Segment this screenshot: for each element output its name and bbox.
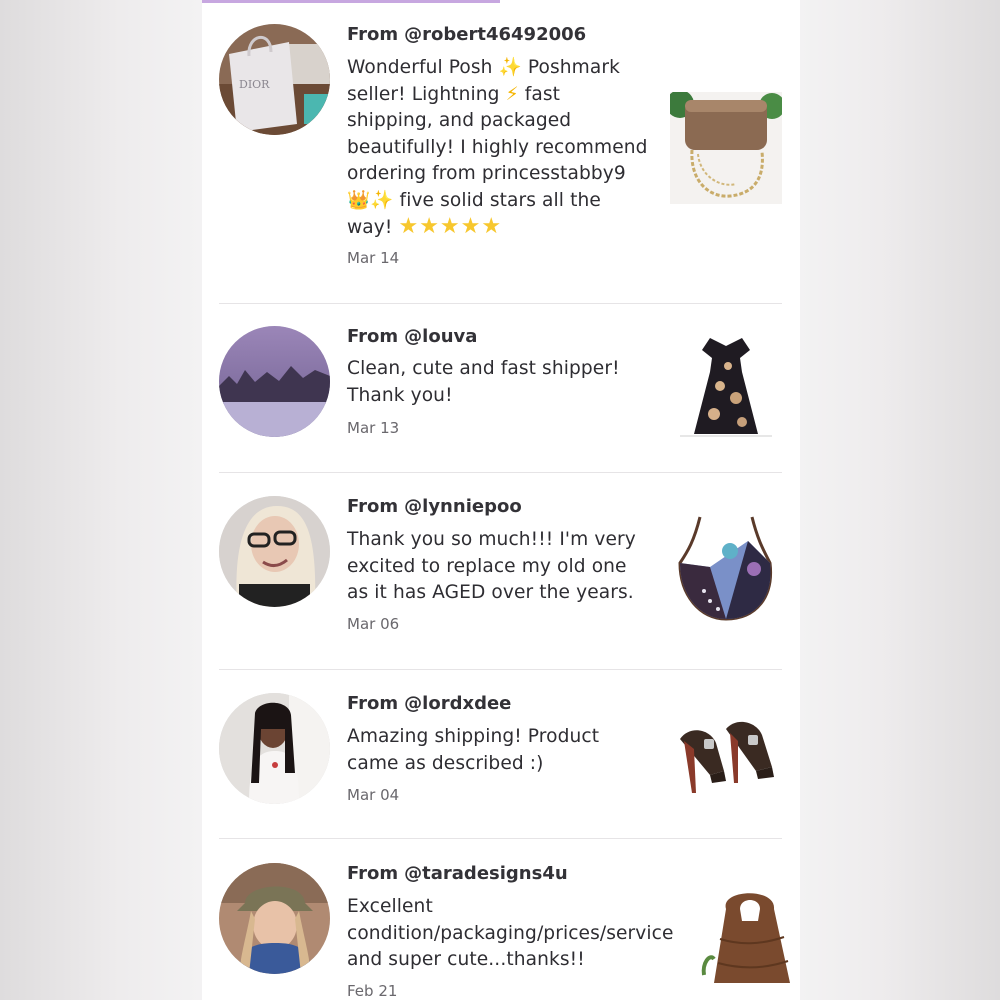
review-date: Feb 21	[347, 982, 398, 1000]
review-author[interactable]: From @robert46492006	[347, 24, 586, 45]
review-text: Excellent condition/packaging/prices/ser…	[347, 896, 674, 970]
reviews-panel: DIOR From @robert46492006 Wonderful Posh …	[202, 0, 800, 1000]
star-rating-icons: ★★★★★	[398, 214, 503, 239]
review-item: From @lynniepoo Thank you so much!!! I'm …	[202, 473, 800, 669]
review-text: Clean, cute and fast shipper! Thank you!	[347, 358, 620, 406]
review-date: Mar 13	[347, 419, 400, 437]
username-link[interactable]: @robert46492006	[404, 24, 586, 45]
sparkles-icon: ✨	[498, 57, 522, 78]
username-link[interactable]: @lynniepoo	[404, 496, 522, 517]
review-date: Mar 14	[347, 249, 400, 267]
crown-icon: 👑	[347, 189, 371, 211]
item-thumbnail[interactable]	[670, 511, 782, 623]
svg-text:DIOR: DIOR	[239, 78, 270, 91]
avatar[interactable]	[219, 496, 330, 607]
review-text: Amazing shipping! Product came as descri…	[347, 726, 600, 774]
item-thumbnail[interactable]	[670, 695, 782, 807]
review-item: From @lordxdee Amazing shipping! Product …	[202, 670, 800, 838]
item-thumbnail[interactable]	[670, 92, 782, 204]
review-date: Mar 04	[347, 786, 400, 804]
item-thumbnail[interactable]	[700, 879, 800, 991]
review-item: DIOR From @robert46492006 Wonderful Posh …	[202, 0, 800, 303]
review-date: Mar 06	[347, 615, 400, 633]
avatar[interactable]	[219, 326, 330, 437]
review-author[interactable]: From @lordxdee	[347, 693, 511, 714]
avatar[interactable]	[219, 693, 330, 804]
review-item: From @louva Clean, cute and fast shipper!…	[202, 304, 800, 472]
item-thumbnail[interactable]	[670, 326, 782, 438]
review-author[interactable]: From @taradesigns4u	[347, 863, 568, 884]
avatar[interactable]	[219, 863, 330, 974]
lightning-icon: ⚡	[505, 83, 519, 105]
avatar[interactable]: DIOR	[219, 24, 330, 135]
review-author[interactable]: From @louva	[347, 326, 477, 347]
review-item: From @taradesigns4u Excellent condition/p…	[202, 839, 800, 1000]
review-author[interactable]: From @lynniepoo	[347, 496, 522, 517]
username-link[interactable]: @taradesigns4u	[404, 863, 568, 884]
username-link[interactable]: @louva	[404, 326, 477, 347]
review-text: Wonderful Posh ✨ Poshmark seller! Lightn…	[347, 57, 648, 239]
username-link[interactable]: @lordxdee	[404, 693, 511, 714]
review-text: Thank you so much!!! I'm very excited to…	[347, 529, 636, 603]
sparkles-icon: ✨	[370, 189, 394, 211]
